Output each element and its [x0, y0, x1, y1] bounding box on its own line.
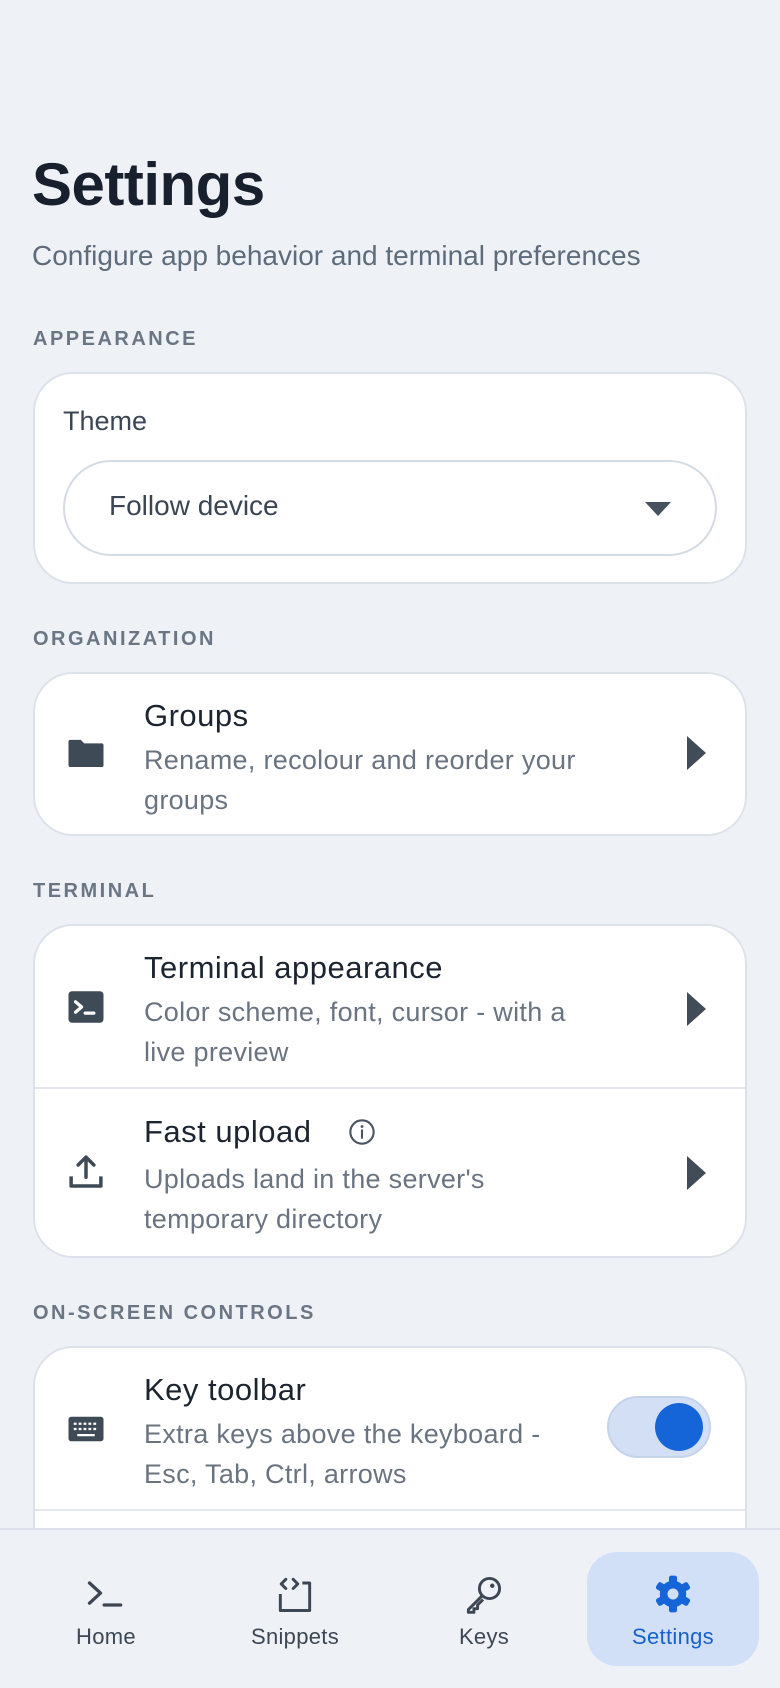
- code-snippet-icon: [278, 1577, 312, 1612]
- nav-snippets-label: Snippets: [250, 1624, 339, 1649]
- chevron-right-icon: [687, 736, 706, 770]
- page-subtitle: Configure app behavior and terminal pref…: [32, 240, 641, 271]
- terminal-appearance-title: Terminal appearance: [144, 950, 444, 985]
- fast-upload-row[interactable]: Fast upload Uploads land in the server's…: [35, 1089, 745, 1256]
- key-toolbar-title: Key toolbar: [144, 1372, 307, 1407]
- nav-home-label: Home: [76, 1624, 136, 1649]
- fast-upload-title: Fast upload: [144, 1114, 312, 1149]
- chevron-right-icon: [687, 992, 706, 1026]
- info-icon[interactable]: [348, 1118, 376, 1146]
- caret-down-icon: [645, 502, 671, 516]
- terminal-appearance-description: Color scheme, font, cursor - with a live…: [144, 997, 566, 1067]
- upload-icon: [69, 1155, 103, 1188]
- groups-title: Groups: [144, 698, 249, 733]
- nav-keys[interactable]: Keys: [398, 1552, 570, 1666]
- groups-row[interactable]: Groups Rename, recolour and reorder your…: [35, 674, 745, 834]
- key-toolbar-description: Extra keys above the keyboard - Esc, Tab…: [144, 1419, 541, 1489]
- fast-upload-description: Uploads land in the server's temporary d…: [144, 1164, 485, 1234]
- terminal-card: Terminal appearance Color scheme, font, …: [33, 924, 747, 1258]
- key-toolbar-toggle[interactable]: [607, 1396, 711, 1458]
- theme-label: Theme: [63, 406, 148, 436]
- keyboard-icon: [68, 1416, 104, 1442]
- nav-settings-label: Settings: [632, 1624, 714, 1649]
- theme-select[interactable]: Follow device: [63, 460, 717, 556]
- nav-snippets[interactable]: Snippets: [209, 1552, 381, 1666]
- nav-settings[interactable]: Settings: [587, 1552, 759, 1666]
- bottom-navigation: Home Snippets Keys Settings: [0, 1528, 780, 1688]
- organization-card: Groups Rename, recolour and reorder your…: [33, 672, 747, 836]
- terminal-icon: [68, 991, 104, 1023]
- terminal-prompt-icon: [87, 1581, 123, 1607]
- key-toolbar-row[interactable]: Key toolbar Extra keys above the keyboar…: [35, 1348, 745, 1510]
- groups-description: Rename, recolour and reorder your groups: [144, 745, 576, 815]
- section-label-organization: ORGANIZATION: [33, 628, 216, 650]
- toggle-knob: [655, 1403, 703, 1451]
- section-label-terminal: TERMINAL: [33, 880, 157, 902]
- nav-home[interactable]: Home: [20, 1552, 192, 1666]
- row-divider: [35, 1509, 745, 1511]
- section-label-on-screen-controls: ON-SCREEN CONTROLS: [33, 1302, 316, 1324]
- chevron-right-icon: [687, 1156, 706, 1190]
- nav-keys-label: Keys: [458, 1624, 510, 1649]
- appearance-card: Theme Follow device: [33, 372, 747, 584]
- on-screen-controls-card: Key toolbar Extra keys above the keyboar…: [33, 1346, 747, 1528]
- key-icon: [466, 1576, 502, 1614]
- gear-icon: [655, 1575, 691, 1613]
- page-title: Settings: [32, 151, 265, 218]
- section-label-appearance: APPEARANCE: [33, 328, 199, 350]
- folder-icon: [68, 739, 104, 767]
- settings-scroll-area[interactable]: Settings Configure app behavior and term…: [0, 0, 780, 1528]
- theme-select-value: Follow device: [109, 490, 279, 521]
- terminal-appearance-row[interactable]: Terminal appearance Color scheme, font, …: [35, 926, 745, 1088]
